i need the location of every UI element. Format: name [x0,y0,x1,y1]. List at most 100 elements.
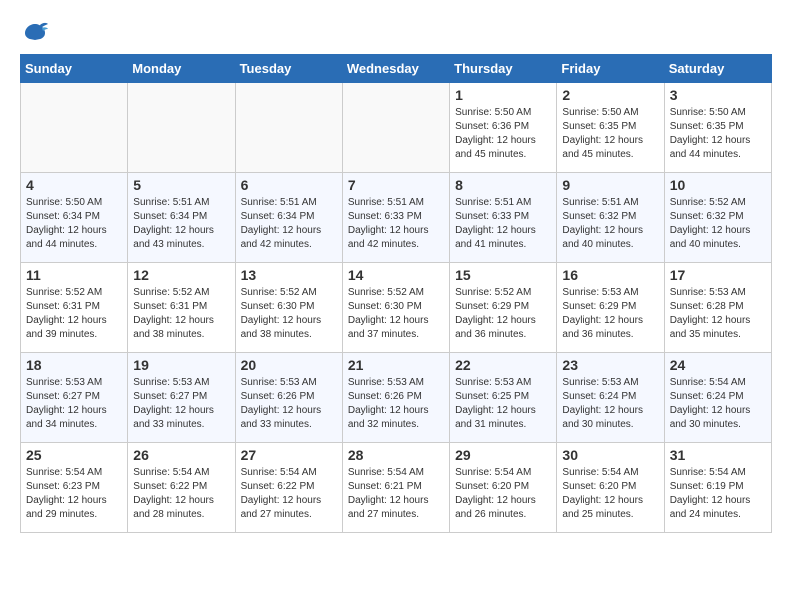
calendar-cell: 12 Sunrise: 5:52 AM Sunset: 6:31 PM Dayli… [128,263,235,353]
day-number: 30 [562,447,658,463]
calendar-cell: 31Sunrise: 5:54 AM Sunset: 6:19 PM Dayli… [664,443,771,533]
day-info: Sunrise: 5:52 AM Sunset: 6:31 PM Dayligh… [133,286,229,342]
calendar-cell: 19 Sunrise: 5:53 AM Sunset: 6:27 PM Dayli… [128,353,235,443]
day-number: 7 [348,177,444,193]
weekday-sunday: Sunday [21,55,128,83]
day-info: Sunrise: 5:51 AM Sunset: 6:33 PM Dayligh… [348,196,444,252]
calendar-week-1: 1 Sunrise: 5:50 AM Sunset: 6:36 PM Daylig… [21,83,772,173]
calendar-cell: 2 Sunrise: 5:50 AM Sunset: 6:35 PM Daylig… [557,83,664,173]
calendar-cell: 24Sunrise: 5:54 AM Sunset: 6:24 PM Dayli… [664,353,771,443]
day-number: 18 [26,357,122,373]
day-number: 14 [348,267,444,283]
calendar-cell: 21Sunrise: 5:53 AM Sunset: 6:26 PM Dayli… [342,353,449,443]
calendar-cell: 20 Sunrise: 5:53 AM Sunset: 6:26 PM Dayli… [235,353,342,443]
day-number: 4 [26,177,122,193]
calendar-cell: 26 Sunrise: 5:54 AM Sunset: 6:22 PM Dayli… [128,443,235,533]
calendar-header: SundayMondayTuesdayWednesdayThursdayFrid… [21,55,772,83]
day-number: 2 [562,87,658,103]
calendar-cell: 14Sunrise: 5:52 AM Sunset: 6:30 PM Dayli… [342,263,449,353]
day-info: Sunrise: 5:54 AM Sunset: 6:22 PM Dayligh… [241,466,337,522]
day-info: Sunrise: 5:54 AM Sunset: 6:20 PM Dayligh… [562,466,658,522]
weekday-thursday: Thursday [450,55,557,83]
day-number: 31 [670,447,766,463]
weekday-tuesday: Tuesday [235,55,342,83]
calendar-cell: 3Sunrise: 5:50 AM Sunset: 6:35 PM Daylig… [664,83,771,173]
calendar-cell [128,83,235,173]
day-info: Sunrise: 5:51 AM Sunset: 6:32 PM Dayligh… [562,196,658,252]
calendar-week-4: 18 Sunrise: 5:53 AM Sunset: 6:27 PM Dayli… [21,353,772,443]
day-info: Sunrise: 5:54 AM Sunset: 6:20 PM Dayligh… [455,466,551,522]
logo [20,20,54,44]
calendar-cell: 10 Sunrise: 5:52 AM Sunset: 6:32 PM Dayli… [664,173,771,263]
day-info: Sunrise: 5:52 AM Sunset: 6:29 PM Dayligh… [455,286,551,342]
day-number: 23 [562,357,658,373]
day-info: Sunrise: 5:54 AM Sunset: 6:24 PM Dayligh… [670,376,766,432]
day-number: 22 [455,357,551,373]
day-number: 9 [562,177,658,193]
calendar-cell: 25 Sunrise: 5:54 AM Sunset: 6:23 PM Dayli… [21,443,128,533]
calendar-cell: 29 Sunrise: 5:54 AM Sunset: 6:20 PM Dayli… [450,443,557,533]
day-number: 8 [455,177,551,193]
day-number: 10 [670,177,766,193]
day-number: 26 [133,447,229,463]
day-number: 17 [670,267,766,283]
day-number: 13 [241,267,337,283]
calendar-cell: 4 Sunrise: 5:50 AM Sunset: 6:34 PM Daylig… [21,173,128,263]
calendar-cell: 17 Sunrise: 5:53 AM Sunset: 6:28 PM Dayli… [664,263,771,353]
day-number: 28 [348,447,444,463]
day-number: 1 [455,87,551,103]
day-info: Sunrise: 5:51 AM Sunset: 6:34 PM Dayligh… [133,196,229,252]
day-number: 25 [26,447,122,463]
calendar-cell: 8 Sunrise: 5:51 AM Sunset: 6:33 PM Daylig… [450,173,557,263]
calendar-cell [342,83,449,173]
weekday-saturday: Saturday [664,55,771,83]
weekday-wednesday: Wednesday [342,55,449,83]
day-info: Sunrise: 5:53 AM Sunset: 6:26 PM Dayligh… [241,376,337,432]
calendar-cell: 15 Sunrise: 5:52 AM Sunset: 6:29 PM Dayli… [450,263,557,353]
logo-icon [20,20,50,44]
day-info: Sunrise: 5:53 AM Sunset: 6:25 PM Dayligh… [455,376,551,432]
calendar-cell: 30 Sunrise: 5:54 AM Sunset: 6:20 PM Dayli… [557,443,664,533]
calendar-week-5: 25 Sunrise: 5:54 AM Sunset: 6:23 PM Dayli… [21,443,772,533]
day-info: Sunrise: 5:51 AM Sunset: 6:33 PM Dayligh… [455,196,551,252]
calendar-body: 1 Sunrise: 5:50 AM Sunset: 6:36 PM Daylig… [21,83,772,533]
day-info: Sunrise: 5:53 AM Sunset: 6:29 PM Dayligh… [562,286,658,342]
day-number: 20 [241,357,337,373]
day-info: Sunrise: 5:54 AM Sunset: 6:22 PM Dayligh… [133,466,229,522]
calendar-cell [235,83,342,173]
calendar-cell: 23 Sunrise: 5:53 AM Sunset: 6:24 PM Dayli… [557,353,664,443]
calendar-cell: 27Sunrise: 5:54 AM Sunset: 6:22 PM Dayli… [235,443,342,533]
day-info: Sunrise: 5:52 AM Sunset: 6:31 PM Dayligh… [26,286,122,342]
day-info: Sunrise: 5:52 AM Sunset: 6:32 PM Dayligh… [670,196,766,252]
calendar-cell: 9 Sunrise: 5:51 AM Sunset: 6:32 PM Daylig… [557,173,664,263]
day-number: 19 [133,357,229,373]
day-info: Sunrise: 5:51 AM Sunset: 6:34 PM Dayligh… [241,196,337,252]
calendar-cell: 13 Sunrise: 5:52 AM Sunset: 6:30 PM Dayli… [235,263,342,353]
day-info: Sunrise: 5:50 AM Sunset: 6:36 PM Dayligh… [455,106,551,162]
day-info: Sunrise: 5:53 AM Sunset: 6:24 PM Dayligh… [562,376,658,432]
calendar-cell [21,83,128,173]
day-number: 21 [348,357,444,373]
day-info: Sunrise: 5:54 AM Sunset: 6:21 PM Dayligh… [348,466,444,522]
weekday-friday: Friday [557,55,664,83]
day-info: Sunrise: 5:50 AM Sunset: 6:34 PM Dayligh… [26,196,122,252]
day-info: Sunrise: 5:53 AM Sunset: 6:28 PM Dayligh… [670,286,766,342]
calendar-week-2: 4 Sunrise: 5:50 AM Sunset: 6:34 PM Daylig… [21,173,772,263]
day-info: Sunrise: 5:54 AM Sunset: 6:23 PM Dayligh… [26,466,122,522]
header [20,20,772,44]
day-info: Sunrise: 5:52 AM Sunset: 6:30 PM Dayligh… [241,286,337,342]
calendar-cell: 7 Sunrise: 5:51 AM Sunset: 6:33 PM Daylig… [342,173,449,263]
day-number: 16 [562,267,658,283]
calendar-cell: 11Sunrise: 5:52 AM Sunset: 6:31 PM Dayli… [21,263,128,353]
day-number: 15 [455,267,551,283]
calendar-table: SundayMondayTuesdayWednesdayThursdayFrid… [20,54,772,533]
calendar-cell: 16 Sunrise: 5:53 AM Sunset: 6:29 PM Dayli… [557,263,664,353]
day-number: 12 [133,267,229,283]
day-info: Sunrise: 5:50 AM Sunset: 6:35 PM Dayligh… [562,106,658,162]
day-number: 3 [670,87,766,103]
day-info: Sunrise: 5:53 AM Sunset: 6:27 PM Dayligh… [133,376,229,432]
day-info: Sunrise: 5:53 AM Sunset: 6:27 PM Dayligh… [26,376,122,432]
calendar-cell: 18 Sunrise: 5:53 AM Sunset: 6:27 PM Dayli… [21,353,128,443]
day-number: 29 [455,447,551,463]
day-number: 5 [133,177,229,193]
